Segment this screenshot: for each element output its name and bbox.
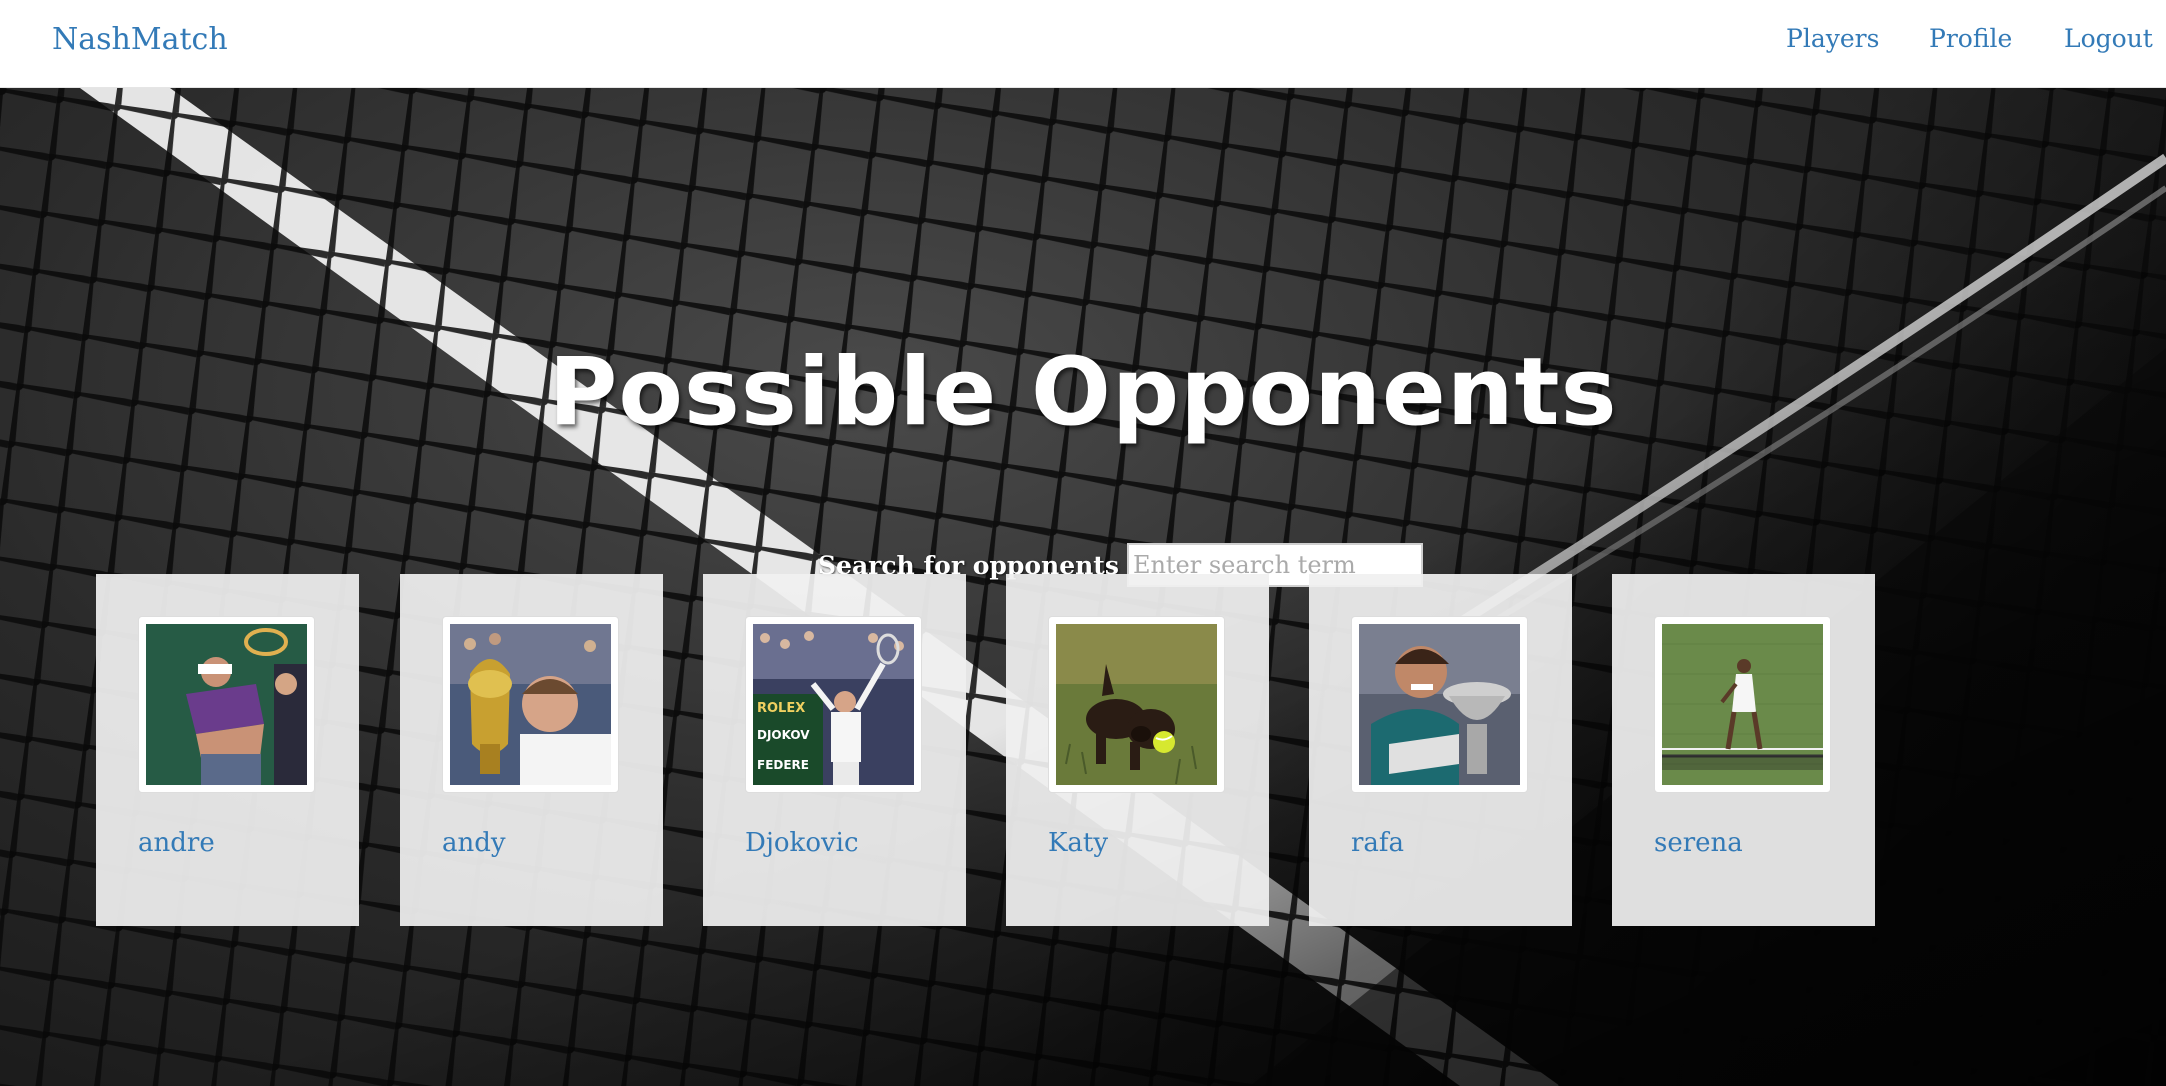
player-card-djokovic[interactable]: ROLEX DJOKOV FEDERE Djokovic	[703, 574, 966, 926]
player-card-serena[interactable]: serena	[1612, 574, 1875, 926]
nav-link-profile[interactable]: Profile	[1929, 24, 2012, 53]
player-photo-frame	[1654, 616, 1831, 793]
player-name[interactable]: andre	[138, 828, 215, 858]
player-photo-frame	[1351, 616, 1528, 793]
player-card-katy[interactable]: Katy	[1006, 574, 1269, 926]
player-photo-djokovic: ROLEX DJOKOV FEDERE	[753, 624, 914, 785]
player-card-rafa[interactable]: rafa	[1309, 574, 1572, 926]
player-name[interactable]: andy	[442, 828, 506, 858]
player-photo-frame: ROLEX DJOKOV FEDERE	[745, 616, 922, 793]
player-photo-frame	[1048, 616, 1225, 793]
svg-text:DJOKOV: DJOKOV	[757, 728, 810, 742]
player-name[interactable]: serena	[1654, 828, 1743, 858]
player-card-andy[interactable]: andy	[400, 574, 663, 926]
player-photo-andre	[146, 624, 307, 785]
top-navbar: NashMatch Players Profile Logout	[0, 0, 2166, 88]
page-title: Possible Opponents	[548, 338, 1618, 447]
player-card-list: andre andy ROLEX DJOKOV FEDERE Djokovic …	[0, 574, 2166, 926]
svg-text:ROLEX: ROLEX	[757, 701, 805, 716]
player-photo-andy	[450, 624, 611, 785]
nav-link-players[interactable]: Players	[1786, 24, 1879, 53]
player-card-andre[interactable]: andre	[96, 574, 359, 926]
player-name[interactable]: Katy	[1048, 828, 1108, 858]
player-name[interactable]: Djokovic	[745, 828, 859, 858]
brand-link[interactable]: NashMatch	[52, 22, 228, 57]
player-photo-frame	[138, 616, 315, 793]
player-photo-serena	[1662, 624, 1823, 785]
nav-link-logout[interactable]: Logout	[2064, 24, 2153, 53]
player-photo-katy	[1056, 624, 1217, 785]
player-photo-rafa	[1359, 624, 1520, 785]
svg-text:FEDERE: FEDERE	[757, 758, 809, 772]
player-photo-frame	[442, 616, 619, 793]
player-name[interactable]: rafa	[1351, 828, 1404, 858]
